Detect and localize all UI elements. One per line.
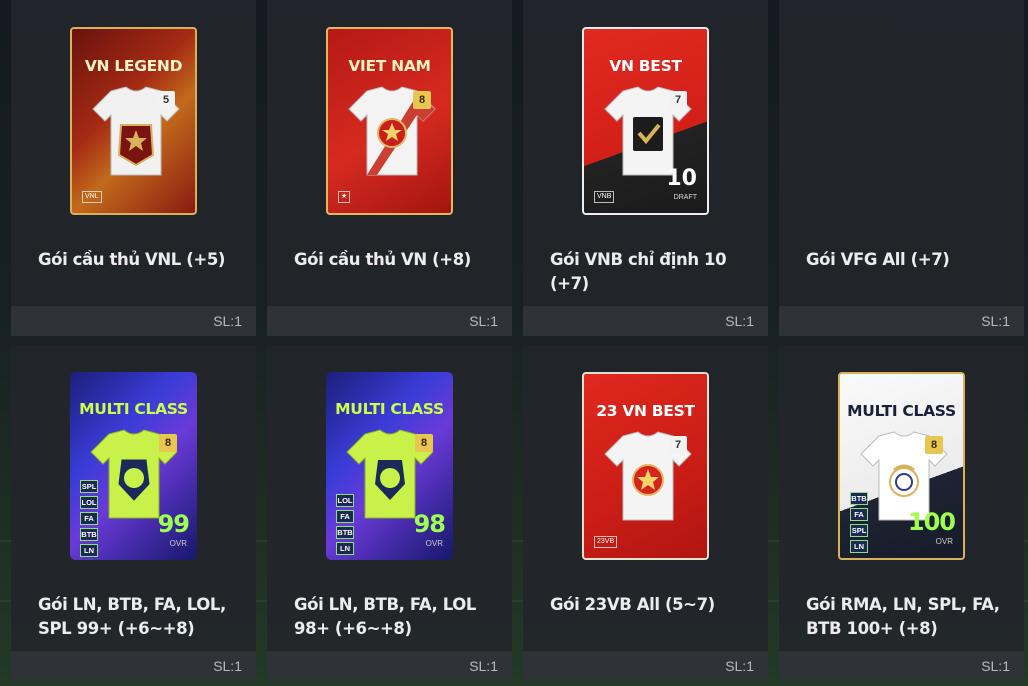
league-badge-icon: VNB [594, 191, 615, 203]
pack-card-art: VIET NAM 8 ★ [267, 0, 512, 220]
pack-card-art: MULTI CLASS 8 LOL FA BTB LN 98 OVR [267, 345, 512, 565]
league-list: LOL FA BTB LN [336, 494, 354, 558]
card-name: MULTI CLASS [79, 400, 188, 418]
ovr-label: OVR [935, 537, 953, 546]
pack-card-art-empty [779, 0, 1024, 220]
pack-title: Gói VFG All (+7) [806, 250, 950, 269]
card-name: MULTI CLASS [335, 400, 444, 418]
ovr-value: 100 [907, 508, 956, 536]
pack-card-multi-class: MULTI CLASS 8 LOL FA BTB LN 98 OVR [326, 372, 453, 560]
card-name: 23 VN BEST [596, 402, 695, 420]
boost-badge: 7 [669, 91, 687, 109]
ovr-value: 98 [413, 510, 446, 538]
pack-card-23-vn-best: 23 VN BEST 7 23VB [582, 372, 709, 560]
pack-tile-vnl[interactable]: VN LEGEND 5 VNL Gói cầu thủ VNL (+5) SL:… [11, 0, 256, 336]
pack-card-viet-nam: VIET NAM 8 ★ [326, 27, 453, 215]
league-badge-icon: LN [336, 542, 354, 555]
pack-tile-vn[interactable]: VIET NAM 8 ★ Gói cầu thủ VN (+8) SL:1 [267, 0, 512, 336]
league-badge-icon: SPL [80, 480, 98, 493]
league-badge-icon: LOL [80, 496, 98, 509]
pack-title: Gói 23VB All (5~7) [550, 595, 715, 614]
league-badge-icon: SPL [850, 524, 868, 537]
league-badge-icon: VNL [82, 191, 102, 203]
league-badge-icon: LN [850, 540, 868, 553]
pack-quantity: SL:1 [981, 658, 1010, 674]
pack-title: Gói LN, BTB, FA, LOL, SPL 99+ (+6~+8) [38, 595, 226, 638]
pack-card-multi-class-rma: MULTI CLASS 8 BTB FA SPL LN 100 OVR [838, 372, 965, 560]
pack-card-art: VN LEGEND 5 VNL [11, 0, 256, 220]
ovr-value: 99 [157, 510, 190, 538]
boost-badge: 7 [669, 436, 687, 454]
card-name: VN BEST [609, 57, 682, 75]
boost-badge: 5 [157, 91, 175, 109]
boost-badge: 8 [413, 91, 431, 109]
pack-card-art: VN BEST 7 VNB 10 DRAFT [523, 0, 768, 220]
pack-footer: SL:1 [11, 306, 256, 336]
league-list: BTB FA SPL LN [850, 492, 868, 556]
pack-quantity: SL:1 [725, 658, 754, 674]
pack-footer: SL:1 [11, 651, 256, 681]
league-badge-icon: 23VB [594, 536, 618, 548]
pack-footer: SL:1 [779, 306, 1024, 336]
pack-footer: SL:1 [267, 306, 512, 336]
card-name: VN LEGEND [84, 57, 183, 75]
pack-title: Gói cầu thủ VNL (+5) [38, 250, 226, 269]
pack-quantity: SL:1 [213, 658, 242, 674]
pack-card-vn-legend: VN LEGEND 5 VNL [70, 27, 197, 215]
pack-card-art: 23 VN BEST 7 23VB [523, 345, 768, 565]
lion-crest-icon [124, 468, 144, 488]
boost-badge: 8 [415, 434, 433, 452]
pack-tile-rma[interactable]: MULTI CLASS 8 BTB FA SPL LN 100 OVR Gói [779, 345, 1024, 681]
pack-tile-vnb[interactable]: VN BEST 7 VNB 10 DRAFT Gói VNB chỉ định … [523, 0, 768, 336]
card-name: MULTI CLASS [847, 402, 956, 420]
pack-title: Gói VNB chỉ định 10 (+7) [550, 250, 727, 293]
pack-quantity: SL:1 [469, 658, 498, 674]
pack-quantity: SL:1 [981, 313, 1010, 329]
league-badge-icon: BTB [336, 526, 354, 539]
star-icon: ★ [338, 191, 351, 203]
pack-footer: SL:1 [523, 651, 768, 681]
card-name: VIET NAM [348, 57, 431, 75]
ovr-label: OVR [169, 539, 187, 548]
pack-card-multi-class: MULTI CLASS 8 SPL LOL FA BTB LN 99 OVR [70, 372, 197, 560]
pack-grid: VN LEGEND 5 VNL Gói cầu thủ VNL (+5) SL:… [0, 0, 1028, 686]
pack-title: Gói RMA, LN, SPL, FA, BTB 100+ (+8) [806, 595, 1000, 638]
pack-card-vn-best: VN BEST 7 VNB 10 DRAFT [582, 27, 709, 215]
ovr-label: OVR [425, 539, 443, 548]
league-badge-icon: LN [80, 544, 98, 557]
pack-footer: SL:1 [779, 651, 1024, 681]
pack-tile-vfg[interactable]: Gói VFG All (+7) SL:1 [779, 0, 1024, 336]
pack-title: Gói cầu thủ VN (+8) [294, 250, 471, 269]
pack-tile-multi-99[interactable]: MULTI CLASS 8 SPL LOL FA BTB LN 99 OVR G… [11, 345, 256, 681]
pack-card-art: MULTI CLASS 8 BTB FA SPL LN 100 OVR [779, 345, 1024, 565]
league-badge-icon: BTB [80, 528, 98, 541]
pack-footer: SL:1 [523, 306, 768, 336]
pack-quantity: SL:1 [469, 313, 498, 329]
draft-label: DRAFT [673, 194, 697, 201]
league-badge-icon: FA [80, 512, 98, 525]
real-madrid-crest-icon [889, 467, 919, 497]
pack-footer: SL:1 [267, 651, 512, 681]
draft-number: 10 [666, 166, 697, 191]
boost-badge: 8 [159, 434, 177, 452]
pack-tile-23vb[interactable]: 23 VN BEST 7 23VB Gói 23VB All (5~7) SL:… [523, 345, 768, 681]
pack-tile-multi-98[interactable]: MULTI CLASS 8 LOL FA BTB LN 98 OVR Gói L… [267, 345, 512, 681]
pack-card-art: MULTI CLASS 8 SPL LOL FA BTB LN 99 OVR [11, 345, 256, 565]
boost-badge: 8 [925, 436, 943, 454]
pack-title: Gói LN, BTB, FA, LOL 98+ (+6~+8) [294, 595, 476, 638]
league-badge-icon: LOL [336, 494, 354, 507]
pack-quantity: SL:1 [213, 313, 242, 329]
pack-quantity: SL:1 [725, 313, 754, 329]
league-badge-icon: BTB [850, 492, 868, 505]
league-badge-icon: FA [850, 508, 868, 521]
lion-crest-icon [380, 468, 400, 488]
league-list: SPL LOL FA BTB LN [80, 480, 98, 560]
league-badge-icon: FA [336, 510, 354, 523]
